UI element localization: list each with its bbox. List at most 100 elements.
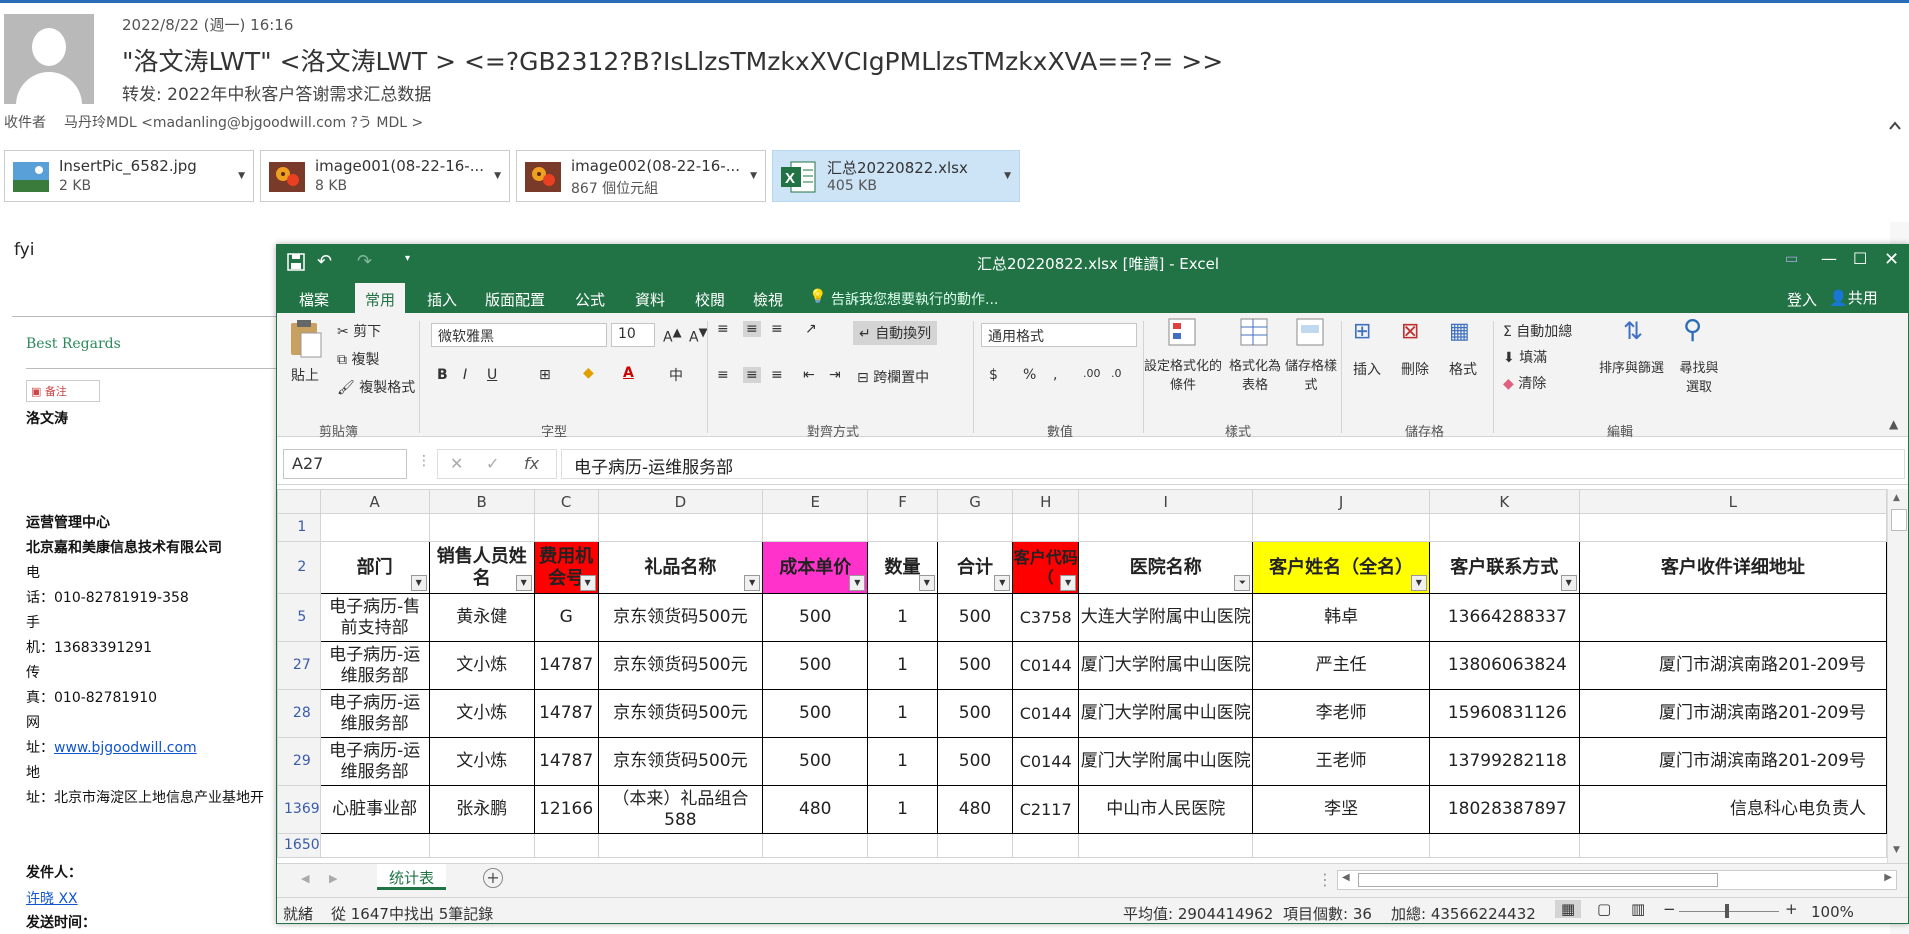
table-cell[interactable]: G xyxy=(533,593,599,642)
worksheet-grid[interactable]: A B C D E F G H I J K L 1 2 部门 ▼ 销售人员姓名 … xyxy=(277,489,1887,863)
row-header[interactable]: 1 xyxy=(277,513,321,542)
filter-dropdown-icon[interactable]: ▼ xyxy=(410,575,427,591)
column-header[interactable]: G xyxy=(936,489,1014,514)
find-select-button[interactable]: 尋找與選取 xyxy=(1679,357,1719,395)
sort-filter-button[interactable]: 排序與篩選 xyxy=(1599,357,1664,376)
header-cell[interactable]: 部门 ▼ xyxy=(319,541,430,594)
filter-active-icon[interactable]: ⏷ xyxy=(1234,575,1251,591)
tab-insert[interactable]: 插入 xyxy=(425,285,459,314)
row-header[interactable]: 27 xyxy=(277,641,321,690)
table-cell[interactable]: 厦门市湖滨南路201-209号 xyxy=(1578,737,1887,786)
orientation-icon[interactable]: ↗ xyxy=(805,321,817,337)
table-cell[interactable]: 480 xyxy=(936,785,1014,834)
page-layout-view-icon[interactable]: ▢ xyxy=(1597,900,1611,918)
table-cell[interactable]: 京东领货码500元 xyxy=(597,593,764,642)
table-cell[interactable]: 500 xyxy=(936,689,1014,738)
table-cell[interactable]: 500 xyxy=(762,689,869,738)
header-cell[interactable]: 医院名称 ⏷ xyxy=(1078,541,1254,594)
attachment-item-selected[interactable]: X 汇总20220822.xlsx 405 KB ▼ xyxy=(772,150,1020,202)
tab-split-handle[interactable]: ⋮ xyxy=(1317,870,1333,889)
row-header[interactable]: 29 xyxy=(277,737,321,786)
zoom-slider-thumb[interactable] xyxy=(1725,904,1729,918)
header-cell[interactable]: 客户姓名（全名） ▼ xyxy=(1252,541,1430,594)
zoom-level[interactable]: 100% xyxy=(1811,903,1854,921)
chevron-down-icon[interactable]: ▼ xyxy=(1004,171,1011,181)
insert-cells-icon[interactable]: ⊞ xyxy=(1353,319,1371,344)
percent-icon[interactable]: % xyxy=(1023,367,1036,383)
table-cell[interactable]: 厦门大学附属中山医院 xyxy=(1078,641,1254,690)
underline-icon[interactable]: U xyxy=(487,367,497,383)
table-cell[interactable]: 王老师 xyxy=(1252,737,1430,786)
paste-icon[interactable] xyxy=(287,319,323,359)
table-cell[interactable]: 14787 xyxy=(533,689,599,738)
close-icon[interactable]: ✕ xyxy=(1884,249,1899,270)
table-cell[interactable]: 文小炼 xyxy=(428,689,535,738)
insert-function-icon[interactable]: fx xyxy=(524,454,539,473)
align-middle-icon[interactable]: ≡ xyxy=(743,321,761,337)
table-cell[interactable]: 厦门市湖滨南路201-209号 xyxy=(1578,641,1887,690)
table-cell[interactable]: C3758 xyxy=(1012,593,1080,642)
table-cell[interactable]: 500 xyxy=(936,641,1014,690)
table-cell[interactable]: 中山市人民医院 xyxy=(1078,785,1254,834)
format-painter-button[interactable]: 🖌 複製格式 xyxy=(337,377,415,397)
column-header[interactable]: C xyxy=(533,489,599,514)
attachment-item[interactable]: image002(08-22-16-... 867 個位元組 ▼ xyxy=(516,150,766,202)
email-from[interactable]: "洛文涛LWT" <洛文涛LWT > <=?GB2312?B?IsLlzsTMz… xyxy=(122,42,1223,78)
column-header[interactable]: E xyxy=(762,489,869,514)
header-cell[interactable]: 费用机会号 ▼ xyxy=(533,541,599,594)
save-icon[interactable] xyxy=(287,253,305,275)
tab-home[interactable]: 常用 xyxy=(355,283,406,313)
filter-dropdown-icon[interactable]: ▼ xyxy=(1410,575,1427,591)
filter-dropdown-icon[interactable]: ▼ xyxy=(1060,575,1077,591)
table-cell[interactable]: 500 xyxy=(762,641,869,690)
clear-button[interactable]: ◆ 清除 xyxy=(1503,373,1546,393)
h-scroll-thumb[interactable] xyxy=(1358,873,1718,887)
row-header[interactable]: 1650 xyxy=(277,833,321,858)
filter-dropdown-icon[interactable]: ▼ xyxy=(579,575,596,591)
increase-indent-icon[interactable]: ⇥ xyxy=(829,367,841,383)
table-cell[interactable]: C0144 xyxy=(1012,641,1080,690)
horizontal-scrollbar[interactable]: ◀ ▶ xyxy=(1337,870,1897,890)
table-cell[interactable]: 12166 xyxy=(533,785,599,834)
align-right-icon[interactable]: ≡ xyxy=(771,367,783,383)
table-cell[interactable]: 京东领货码500元 xyxy=(597,737,764,786)
table-cell[interactable]: 500 xyxy=(762,593,869,642)
table-cell[interactable] xyxy=(1578,593,1887,642)
attachment-item[interactable]: InsertPic_6582.jpg 2 KB ▼ xyxy=(4,150,254,202)
table-cell[interactable]: 电子病历-运维服务部 xyxy=(319,737,430,786)
comma-icon[interactable]: , xyxy=(1053,367,1057,383)
filter-dropdown-icon[interactable]: ▼ xyxy=(918,575,935,591)
table-cell[interactable]: 1 xyxy=(867,785,938,834)
shrink-font-icon[interactable]: A▼ xyxy=(689,325,708,346)
conditional-format-button[interactable]: 設定格式化的條件 xyxy=(1143,355,1223,393)
filter-dropdown-icon[interactable]: ▼ xyxy=(849,575,866,591)
find-icon[interactable]: ⚲ xyxy=(1683,315,1702,345)
column-header[interactable]: A xyxy=(319,489,430,514)
header-cell[interactable]: 礼品名称 ▼ xyxy=(597,541,764,594)
maximize-icon[interactable]: ☐ xyxy=(1853,249,1867,268)
header-cell[interactable]: 数量 ▼ xyxy=(867,541,938,594)
column-header[interactable]: J xyxy=(1252,489,1430,514)
phonetic-icon[interactable]: 中 xyxy=(669,365,683,385)
cell-styles-button[interactable]: 儲存格樣式 xyxy=(1285,355,1337,393)
delete-cells-button[interactable]: 刪除 xyxy=(1401,359,1429,379)
column-header[interactable]: L xyxy=(1578,489,1887,514)
header-cell[interactable]: 成本单价 ▼ xyxy=(762,541,869,594)
table-cell[interactable]: （本来）礼品组合588 xyxy=(597,785,764,834)
table-cell[interactable]: 1 xyxy=(867,641,938,690)
tab-page-layout[interactable]: 版面配置 xyxy=(483,285,547,314)
format-cells-icon[interactable]: ▦ xyxy=(1449,319,1470,344)
share-button[interactable]: 👤共用 xyxy=(1829,287,1878,308)
redo-icon[interactable]: ↷ xyxy=(357,251,372,272)
chevron-down-icon[interactable]: ▼ xyxy=(750,171,757,181)
align-left-icon[interactable]: ≡ xyxy=(717,367,729,383)
ribbon-display-icon[interactable]: ▭ xyxy=(1785,251,1798,267)
add-sheet-icon[interactable]: + xyxy=(483,868,503,888)
increase-decimal-icon[interactable]: .00 xyxy=(1083,367,1101,380)
sort-filter-icon[interactable]: ⇅ xyxy=(1623,317,1643,345)
table-cell[interactable]: 厦门大学附属中山医院 xyxy=(1078,737,1254,786)
tab-file[interactable]: 檔案 xyxy=(297,285,331,314)
table-cell[interactable]: 500 xyxy=(936,737,1014,786)
enter-icon[interactable]: ✓ xyxy=(486,454,499,473)
decrease-indent-icon[interactable]: ⇤ xyxy=(803,367,815,383)
